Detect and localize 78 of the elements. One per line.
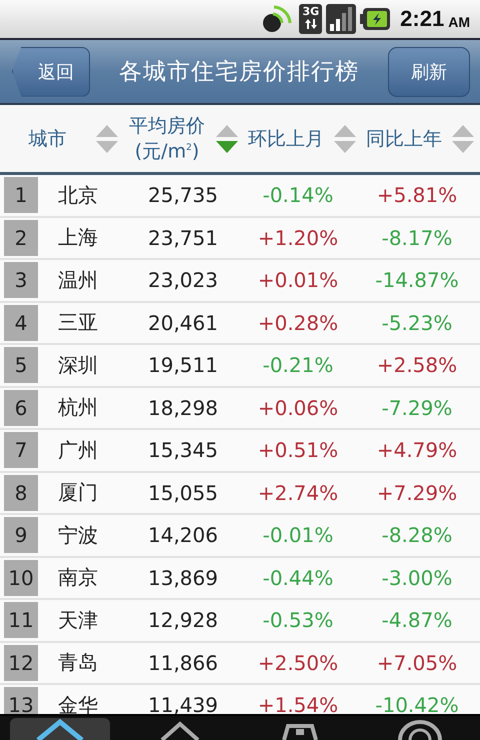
change-cell-text: -5.23%: [380, 310, 454, 335]
city-cell-text: 温州: [57, 266, 99, 294]
city-cell-text: 杭州: [57, 394, 99, 422]
city-cell-text: 广州: [57, 436, 99, 464]
city-cell-text: 青岛: [57, 649, 99, 676]
price-cell-text: 15,345: [147, 438, 219, 462]
change-cell-text: -0.01%: [262, 523, 334, 548]
change-cell-text: +0.51%: [256, 438, 340, 462]
change-cell-text: -7.29%: [380, 396, 454, 420]
price-cell-text: 20,461: [147, 310, 219, 335]
change-cell-text: -14.87%: [374, 268, 460, 292]
change-cell-text: +2.58%: [376, 353, 458, 378]
change-cell-text: -3.00%: [380, 566, 454, 590]
rank-label: 4: [4, 304, 38, 341]
column-header[interactable]: 平均房价 (元/m$^{2}$): [119, 114, 215, 162]
change-cell-text: -0.44%: [262, 566, 334, 590]
screen-title: 各城市住宅房价排行榜: [118, 58, 360, 87]
rank-label: 13: [4, 687, 38, 714]
rank-label: 9: [4, 517, 38, 554]
data-arrows-icon: [304, 19, 317, 29]
change-cell-text: +2.74%: [256, 480, 340, 505]
clock-meridiem: AM: [448, 14, 470, 30]
rank-label: 10: [4, 560, 38, 596]
signal-icon: [326, 4, 356, 34]
change-cell-text: +1.20%: [256, 226, 340, 250]
change-cell-text: -0.21%: [262, 353, 334, 378]
rank-label: 3: [4, 262, 38, 298]
clock-time: 2:21: [400, 6, 444, 32]
price-cell-text: 18,298: [147, 396, 219, 420]
price-cell-text: 19,511: [147, 353, 219, 378]
rank-label: 12: [4, 644, 38, 681]
price-cell-text: 11,866: [147, 650, 219, 675]
change-cell-text: +0.01%: [256, 268, 340, 292]
city-cell-text: 天津: [57, 606, 99, 634]
change-cell-text: +4.79%: [376, 438, 458, 462]
city-cell-text: 南京: [57, 564, 99, 592]
change-cell-text: +1.54%: [256, 693, 340, 714]
rank-label: 11: [4, 602, 38, 638]
back-button[interactable]: 返回: [12, 46, 90, 96]
price-cell-text: 23,751: [147, 226, 219, 250]
column-header[interactable]: 城市: [0, 128, 95, 150]
rank-label: 8: [4, 474, 38, 511]
battery-charging-icon: [360, 7, 390, 31]
price-cell-text: 12,928: [147, 608, 219, 632]
tab-button[interactable]: [10, 718, 110, 740]
change-cell-text: -10.42%: [374, 693, 460, 714]
city-cell-text: 上海: [57, 224, 99, 252]
change-cell-text: -0.53%: [262, 608, 334, 632]
rank-label: 5: [4, 347, 38, 384]
change-cell-text: -8.28%: [380, 523, 454, 548]
change-cell-text: -0.14%: [262, 183, 334, 208]
change-cell-text: +0.06%: [256, 396, 340, 420]
city-cell-text: 金华: [57, 692, 99, 714]
change-cell-text: -4.87%: [380, 608, 454, 632]
change-cell-text: +7.29%: [376, 480, 458, 505]
column-header[interactable]: 环比上月: [239, 128, 333, 150]
rank-label: 1: [4, 177, 38, 214]
rank-label: 6: [4, 390, 38, 426]
city-cell-text: 厦门: [57, 479, 99, 506]
change-cell-text: +2.50%: [256, 650, 340, 675]
rank-label: 2: [4, 220, 38, 256]
price-cell-text: 23,023: [147, 268, 219, 292]
price-cell-text: 25,735: [147, 183, 219, 208]
price-cell-text: 13,869: [147, 566, 219, 590]
change-cell-text: +0.28%: [256, 310, 340, 335]
rank-label: 7: [4, 432, 38, 468]
change-cell-text: -8.17%: [380, 226, 454, 250]
city-cell-text: 宁波: [57, 522, 99, 549]
change-cell-text: +7.05%: [376, 650, 458, 675]
network-type-icon: 3G: [299, 4, 322, 34]
price-cell-text: 14,206: [147, 523, 219, 548]
city-cell-text: 三亚: [57, 309, 99, 336]
city-cell-text: 北京: [57, 182, 99, 209]
column-header[interactable]: 同比上年: [357, 128, 451, 150]
refresh-button[interactable]: 刷新: [388, 46, 470, 96]
price-cell-text: 15,055: [147, 480, 219, 505]
change-cell-text: +5.81%: [376, 183, 458, 208]
city-cell-text: 深圳: [57, 352, 99, 379]
